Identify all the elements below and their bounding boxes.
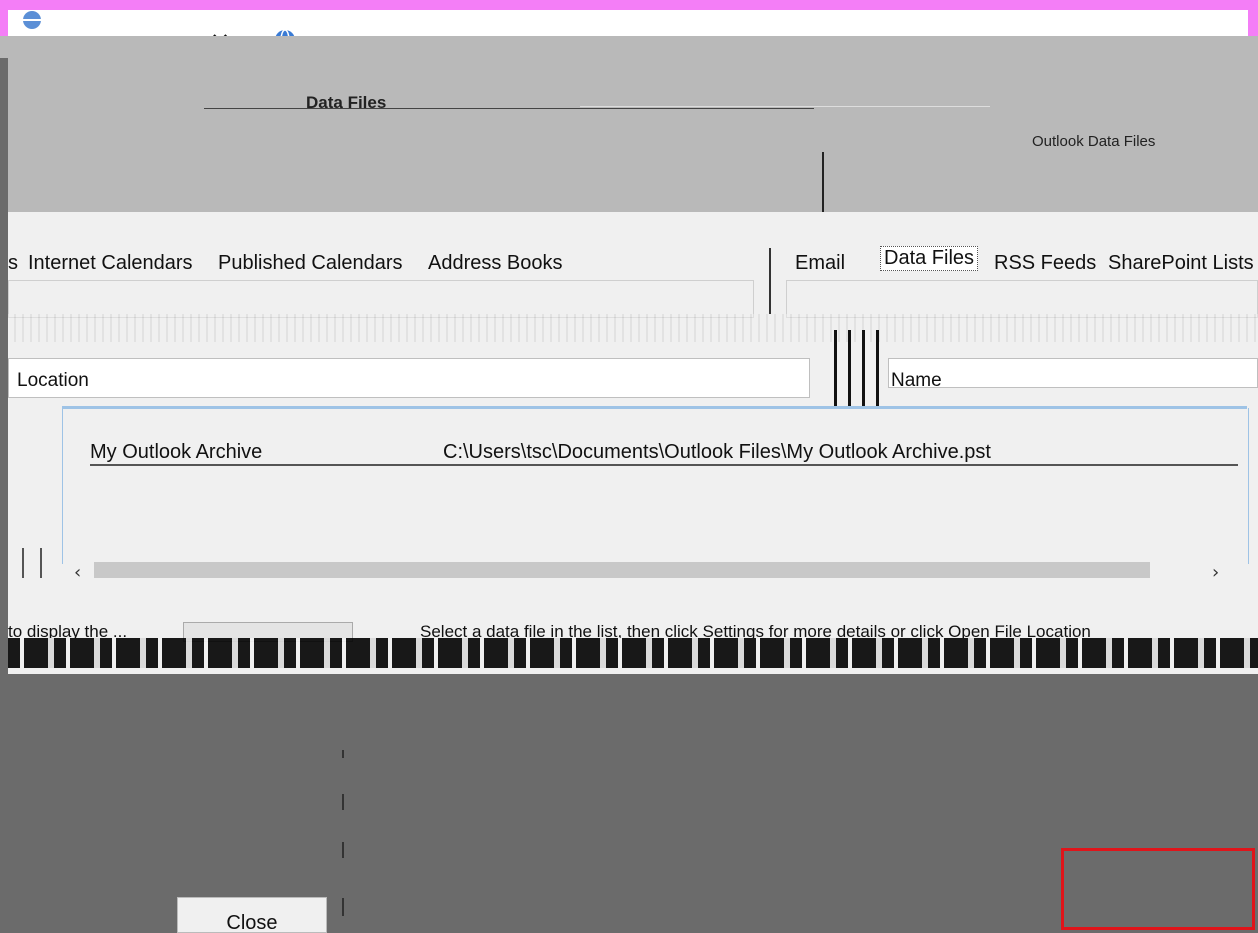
row-location[interactable]: C:\Users\tsc\Documents\Outlook Files\My … [443, 441, 991, 464]
left-edge [0, 58, 8, 676]
title-bar [8, 10, 1248, 36]
outlook-icon [23, 11, 41, 29]
toolbar [8, 314, 1258, 342]
row-name[interactable]: My Outlook Archive [90, 441, 262, 464]
tick-mark [342, 842, 344, 858]
tab-internet-calendars[interactable]: Internet Calendars [28, 252, 193, 275]
tab-rss-feeds[interactable]: RSS Feeds [994, 252, 1096, 275]
tick-mark [342, 794, 344, 810]
divider-line [580, 106, 990, 107]
divider-vertical [22, 548, 24, 578]
close-button-label: Close [226, 912, 278, 933]
subtitle: Outlook Data Files [1032, 133, 1156, 150]
header-band [0, 36, 1258, 212]
divider-vertical [769, 248, 771, 314]
tab-data-files[interactable]: Data Files [880, 246, 979, 271]
help-text: Select a data file in the list, then cli… [420, 622, 1091, 638]
tab-sharepoint-lists[interactable]: SharePoint Lists [1108, 252, 1254, 275]
divider-vertical [40, 548, 42, 578]
screen: ✕ Data Files Outlook Data Files s Intern… [0, 0, 1258, 933]
horizontal-scrollbar-thumb[interactable] [94, 562, 1150, 578]
tick-mark [342, 750, 344, 758]
data-files-list[interactable] [62, 408, 1249, 564]
list-top-border [62, 406, 1247, 409]
section-title: Data Files [306, 93, 387, 112]
tab-partial[interactable]: s [8, 252, 18, 275]
column-header-location[interactable]: Location [8, 358, 810, 398]
splitter [862, 330, 865, 408]
column-header-name[interactable]: Name [888, 358, 1258, 391]
tab-address-books[interactable]: Address Books [428, 252, 563, 275]
tab-published-calendars[interactable]: Published Calendars [218, 252, 403, 275]
right-panel-frame [786, 280, 1258, 318]
splitter[interactable] [834, 330, 837, 408]
tick-mark [342, 898, 344, 916]
highlight-box [1061, 848, 1255, 930]
tab-email[interactable]: Email [795, 252, 845, 275]
close-button[interactable]: Close [177, 897, 327, 933]
glitch-band [8, 638, 1258, 668]
splitter [848, 330, 851, 408]
left-panel-frame [8, 280, 754, 318]
left-help-text: to display the ... [8, 622, 128, 638]
row-underline [90, 464, 1238, 466]
divider-line [204, 108, 814, 109]
splitter [876, 330, 879, 408]
